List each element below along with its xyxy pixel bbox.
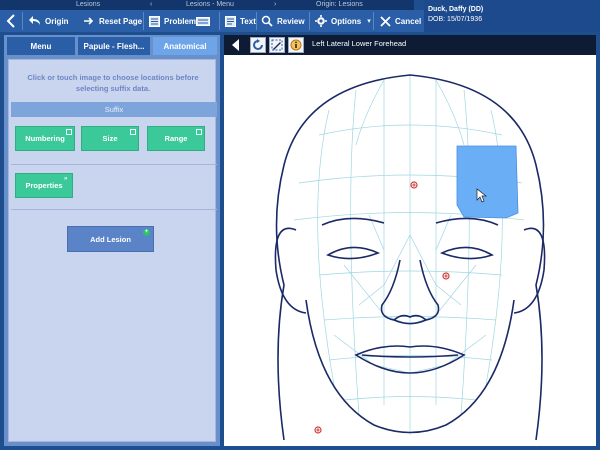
- text-label: Text: [240, 16, 256, 26]
- chevron-down-icon: ▾: [367, 18, 371, 25]
- title-lesions-menu: Lesions - Menu: [186, 1, 234, 8]
- toolbar-separator: [309, 12, 310, 30]
- properties-label: Properties: [25, 181, 63, 190]
- rotate-button[interactable]: [250, 37, 266, 53]
- magnifier-icon: [260, 14, 274, 28]
- toolbar-separator: [143, 12, 144, 30]
- range-label: Range: [164, 134, 188, 143]
- patient-info: Duck, Daffy (DD) DOB: 15/07/1936: [424, 0, 600, 32]
- review-label: Review: [277, 16, 305, 26]
- divider: [11, 164, 217, 165]
- cancel-label: Cancel: [395, 16, 422, 26]
- info-button[interactable]: [288, 37, 304, 53]
- back-button[interactable]: [2, 11, 20, 31]
- back-arrow-icon[interactable]: [232, 39, 239, 51]
- reset-page-label: Reset Page: [99, 16, 143, 26]
- cancel-button[interactable]: Cancel: [378, 11, 421, 31]
- suffix-header: Suffix: [11, 102, 217, 117]
- origin-button[interactable]: Origin: [28, 11, 69, 31]
- toolbar-separator: [219, 12, 220, 30]
- toolbar-separator: [373, 12, 374, 30]
- draw-button[interactable]: [269, 37, 285, 53]
- problem-label: Problem: [164, 16, 197, 26]
- tab-menu[interactable]: Menu: [7, 37, 75, 55]
- title-lesions: Lesions: [76, 1, 101, 8]
- close-icon: [378, 14, 392, 28]
- gear-icon: [314, 14, 328, 28]
- patient-name: Duck, Daffy (DD): [428, 6, 484, 13]
- right-panel: Left Lateral Lower Forehead: [224, 35, 596, 446]
- marker-neck[interactable]: [314, 426, 322, 434]
- review-button[interactable]: Review: [260, 11, 305, 31]
- info-icon: [290, 39, 302, 51]
- toolbar-separator: [256, 12, 257, 30]
- face-diagram[interactable]: [224, 55, 596, 446]
- location-title: Left Lateral Lower Forehead: [312, 39, 407, 48]
- keyboard-icon: [196, 14, 210, 28]
- expand-icon: [130, 129, 136, 135]
- toolbar-separator: [22, 12, 23, 30]
- plus-icon: +: [143, 229, 150, 236]
- pencil-icon: [271, 39, 283, 51]
- arrow-right-icon: [82, 14, 96, 28]
- title-arrow-right: ›: [274, 1, 277, 8]
- marker-forehead[interactable]: [410, 181, 418, 189]
- undo-arrow-icon: [28, 14, 42, 28]
- divider: [11, 209, 217, 210]
- options-button[interactable]: Options ▾: [314, 11, 371, 31]
- size-button[interactable]: Size: [81, 126, 139, 151]
- text-button[interactable]: Text: [223, 11, 256, 31]
- origin-label: Origin: [45, 16, 69, 26]
- list-icon: [147, 14, 161, 28]
- title-origin: Origin: Lesions: [316, 1, 363, 8]
- expand-icon: [66, 129, 72, 135]
- marker-cheek[interactable]: [442, 272, 450, 280]
- double-chevron-icon: »: [64, 176, 68, 182]
- add-lesion-button[interactable]: Add Lesion +: [67, 226, 154, 252]
- selected-region-left-lateral-lower-forehead[interactable]: [456, 145, 519, 219]
- problem-button[interactable]: Problem: [147, 11, 196, 31]
- range-button[interactable]: Range: [147, 126, 205, 151]
- chevron-left-icon: [6, 14, 15, 28]
- title-arrow-left: ‹: [150, 1, 153, 8]
- size-label: Size: [102, 134, 118, 143]
- numbering-button[interactable]: Numbering: [15, 126, 75, 151]
- tab-papule[interactable]: Papule - Flesh...: [78, 37, 150, 55]
- numbering-label: Numbering: [25, 134, 65, 143]
- patient-dob: DOB: 15/07/1936: [428, 16, 483, 23]
- expand-icon: [196, 129, 202, 135]
- tab-anatomical[interactable]: Anatomical: [153, 37, 217, 55]
- add-lesion-label: Add Lesion: [90, 234, 131, 244]
- reset-page-button[interactable]: Reset Page: [82, 11, 142, 31]
- options-label: Options: [331, 16, 362, 26]
- viewer-toolbar: Left Lateral Lower Forehead: [224, 35, 596, 55]
- toolbar: Origin Reset Page Problem Text Review Op…: [0, 10, 424, 32]
- title-bar: Lesions ‹ Lesions - Menu › Origin: Lesio…: [0, 0, 414, 10]
- left-content: Click or touch image to choose locations…: [8, 59, 217, 442]
- instruction-text: Click or touch image to choose locations…: [27, 73, 199, 93]
- left-panel: Menu Papule - Flesh... Anatomical Click …: [4, 35, 220, 446]
- document-icon: [223, 14, 237, 28]
- rotate-icon: [253, 39, 263, 50]
- keyboard-button[interactable]: [196, 11, 213, 31]
- app-window: Lesions ‹ Lesions - Menu › Origin: Lesio…: [0, 0, 600, 450]
- properties-button[interactable]: Properties »: [15, 173, 73, 198]
